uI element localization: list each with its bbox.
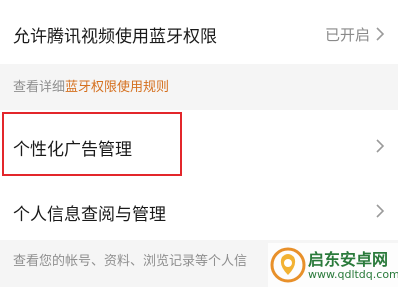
personalized-ads-label: 个性化广告管理 <box>13 140 132 160</box>
watermark-title: 启东安卓网 <box>308 250 389 269</box>
site-watermark: 启东安卓网 www.qdltdq.com <box>268 243 398 287</box>
bluetooth-permission-row[interactable]: 允许腾讯视频使用蓝牙权限 已开启 <box>0 0 398 64</box>
chevron-right-icon <box>374 138 386 154</box>
personal-info-row[interactable]: 个人信息查阅与管理 <box>0 178 398 240</box>
bluetooth-permission-status: 已开启 <box>324 26 370 44</box>
bluetooth-description-prefix: 查看详细 <box>13 80 66 95</box>
bluetooth-description-area: 查看详细蓝牙权限使用规则 <box>0 64 398 110</box>
bluetooth-description: 查看详细蓝牙权限使用规则 <box>13 76 169 95</box>
chevron-right-icon <box>374 203 386 219</box>
chevron-right-icon <box>374 26 386 42</box>
personalized-ads-row[interactable]: 个性化广告管理 <box>0 110 398 178</box>
watermark-url: www.qdltdq.com <box>308 268 398 281</box>
bluetooth-rules-link[interactable]: 蓝牙权限使用规则 <box>65 80 169 95</box>
personal-info-label: 个人信息查阅与管理 <box>13 205 166 225</box>
watermark-logo-icon <box>270 247 306 283</box>
personal-info-description: 查看您的帐号、资料、浏览记录等个人信 <box>13 254 248 269</box>
bluetooth-permission-label: 允许腾讯视频使用蓝牙权限 <box>13 27 217 47</box>
